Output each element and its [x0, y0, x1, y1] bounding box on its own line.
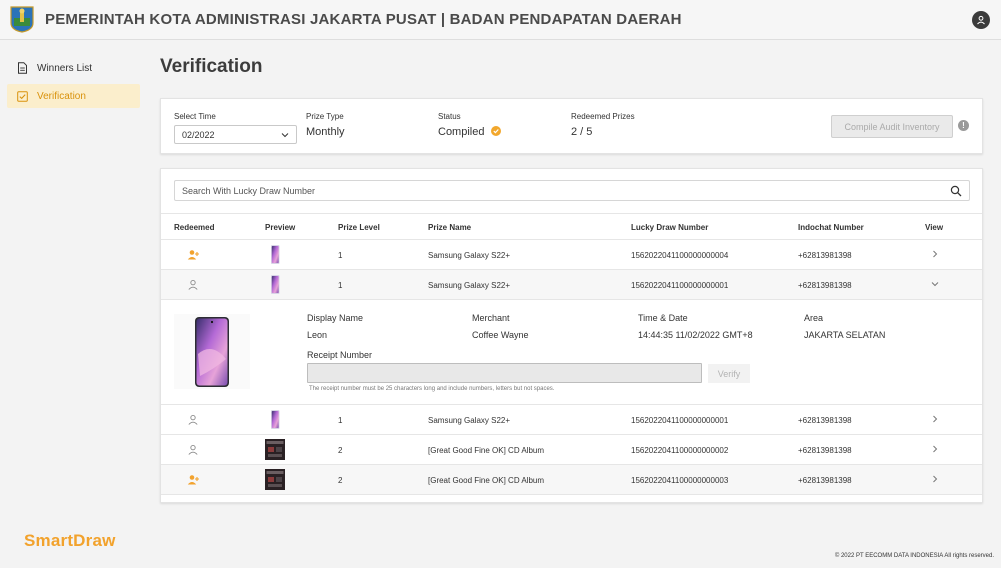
prize-level-cell: 2: [338, 476, 343, 485]
phone-preview-image[interactable]: [265, 244, 285, 265]
checkbox-icon: [16, 90, 28, 102]
display-name-label: Display Name: [307, 313, 364, 323]
info-icon[interactable]: !: [958, 120, 969, 131]
compile-audit-inventory-button[interactable]: Compile Audit Inventory: [831, 115, 953, 138]
phone-preview-image[interactable]: [265, 274, 285, 295]
user-redeemed-icon: [187, 250, 199, 260]
display-name-value: Leon: [307, 330, 328, 340]
prize-name-cell: Samsung Galaxy S22+: [428, 281, 511, 290]
smartdraw-logo: SmartDraw: [24, 531, 116, 550]
page-title: Verification: [160, 56, 263, 77]
status-value: Compiled: [438, 126, 485, 138]
merchant-value: Coffee Wayne: [472, 330, 529, 340]
summary-card: Select Time 02/2022 Prize Type Monthly S…: [160, 98, 983, 154]
indochat-number-cell: +62813981398: [798, 476, 852, 485]
area-label: Area: [804, 313, 824, 323]
winner-detail-panel: Display Name Leon Merchant Coffee Wayne …: [161, 300, 982, 405]
column-header-preview[interactable]: Preview: [265, 223, 295, 232]
time-date-label: Time & Date: [638, 313, 688, 323]
sidebar-item-verification[interactable]: Verification: [7, 84, 140, 108]
area-value: JAKARTA SELATAN: [804, 330, 886, 340]
select-time-label: Select Time: [174, 112, 216, 121]
chevron-right-icon[interactable]: [930, 474, 940, 484]
column-header-indochat-number[interactable]: Indochat Number: [798, 223, 864, 232]
prize-type-value: Monthly: [306, 126, 345, 138]
document-icon: [16, 62, 28, 74]
receipt-hint-text: The receipt number must be 25 characters…: [309, 386, 555, 392]
phone-preview-image[interactable]: [265, 409, 285, 430]
search-input[interactable]: [174, 180, 970, 201]
prize-level-cell: 2: [338, 446, 343, 455]
redeemed-prizes-value: 2 / 5: [571, 126, 593, 138]
table-row-expanded[interactable]: 1 Samsung Galaxy S22+ 156202204110000000…: [161, 270, 982, 300]
lucky-draw-number-cell: 1562022041100000000001: [631, 416, 729, 425]
table-row[interactable]: 1 Samsung Galaxy S22+ 156202204110000000…: [161, 405, 982, 435]
indochat-number-cell: +62813981398: [798, 281, 852, 290]
prize-name-cell: Samsung Galaxy S22+: [428, 251, 511, 260]
sidebar-item-winners-list[interactable]: Winners List: [7, 56, 140, 80]
redeemed-prizes-label: Redeemed Prizes: [571, 112, 635, 121]
status-field: Status Compiled: [438, 112, 502, 138]
column-header-redeemed[interactable]: Redeemed: [174, 223, 214, 232]
user-icon: [188, 414, 198, 425]
table-row[interactable]: 2 [Great Good Fine OK] CD Album 15620220…: [161, 465, 982, 495]
column-header-prize-name[interactable]: Prize Name: [428, 223, 471, 232]
select-time-value: 02/2022: [182, 129, 215, 140]
verify-button[interactable]: Verify: [708, 364, 750, 383]
prize-name-cell: [Great Good Fine OK] CD Album: [428, 446, 545, 455]
user-redeemed-icon: [187, 475, 199, 485]
prize-type-label: Prize Type: [306, 112, 344, 121]
user-avatar-icon[interactable]: [972, 11, 990, 29]
phone-prize-image: [174, 314, 250, 389]
chevron-down-icon: [281, 132, 289, 137]
status-label: Status: [438, 112, 461, 121]
chevron-right-icon[interactable]: [930, 414, 940, 424]
indochat-number-cell: +62813981398: [798, 251, 852, 260]
merchant-label: Merchant: [472, 313, 510, 323]
lucky-draw-number-cell: 1562022041100000000004: [631, 251, 729, 260]
table-header: Redeemed Preview Prize Level Prize Name …: [161, 213, 982, 240]
table-row[interactable]: 2 [Great Good Fine OK] CD Album 15620220…: [161, 435, 982, 465]
column-header-view[interactable]: View: [925, 223, 943, 232]
album-preview-image[interactable]: [265, 469, 285, 490]
select-time-dropdown[interactable]: 02/2022: [174, 125, 297, 144]
chevron-right-icon[interactable]: [930, 444, 940, 454]
redeemed-prizes-field: Redeemed Prizes 2 / 5: [571, 112, 635, 138]
check-circle-icon: [491, 126, 502, 136]
winners-table-card: Redeemed Preview Prize Level Prize Name …: [160, 168, 983, 503]
column-header-lucky-draw-number[interactable]: Lucky Draw Number: [631, 223, 708, 232]
lucky-draw-number-cell: 1562022041100000000003: [631, 476, 729, 485]
time-date-value: 14:44:35 11/02/2022 GMT+8: [638, 330, 753, 340]
prize-level-cell: 1: [338, 281, 343, 290]
select-time-field: Select Time 02/2022: [174, 112, 297, 144]
chevron-right-icon[interactable]: [930, 249, 940, 259]
city-emblem-logo: [10, 6, 34, 33]
album-preview-image[interactable]: [265, 439, 285, 460]
prize-type-field: Prize Type Monthly: [306, 112, 345, 138]
receipt-number-label: Receipt Number: [307, 350, 373, 360]
column-header-prize-level[interactable]: Prize Level: [338, 223, 380, 232]
sidebar: Winners List Verification: [0, 41, 150, 568]
sidebar-item-label: Verification: [37, 90, 86, 102]
chevron-down-icon[interactable]: [930, 279, 940, 289]
footer-copyright: © 2022 PT EECOMM DATA INDONESIA All righ…: [834, 553, 994, 559]
indochat-number-cell: +62813981398: [798, 416, 852, 425]
header-title: PEMERINTAH KOTA ADMINISTRASI JAKARTA PUS…: [45, 11, 682, 28]
sidebar-item-label: Winners List: [37, 62, 93, 74]
prize-level-cell: 1: [338, 416, 343, 425]
prize-name-cell: Samsung Galaxy S22+: [428, 416, 511, 425]
prize-name-cell: [Great Good Fine OK] CD Album: [428, 476, 545, 485]
prize-level-cell: 1: [338, 251, 343, 260]
receipt-number-input[interactable]: [307, 363, 702, 383]
user-icon: [188, 279, 198, 290]
search-icon[interactable]: [950, 185, 962, 197]
top-header: PEMERINTAH KOTA ADMINISTRASI JAKARTA PUS…: [0, 0, 1001, 40]
lucky-draw-number-cell: 1562022041100000000001: [631, 281, 729, 290]
lucky-draw-number-cell: 1562022041100000000002: [631, 446, 729, 455]
table-row[interactable]: 1 Samsung Galaxy S22+ 156202204110000000…: [161, 240, 982, 270]
indochat-number-cell: +62813981398: [798, 446, 852, 455]
user-icon: [188, 444, 198, 455]
